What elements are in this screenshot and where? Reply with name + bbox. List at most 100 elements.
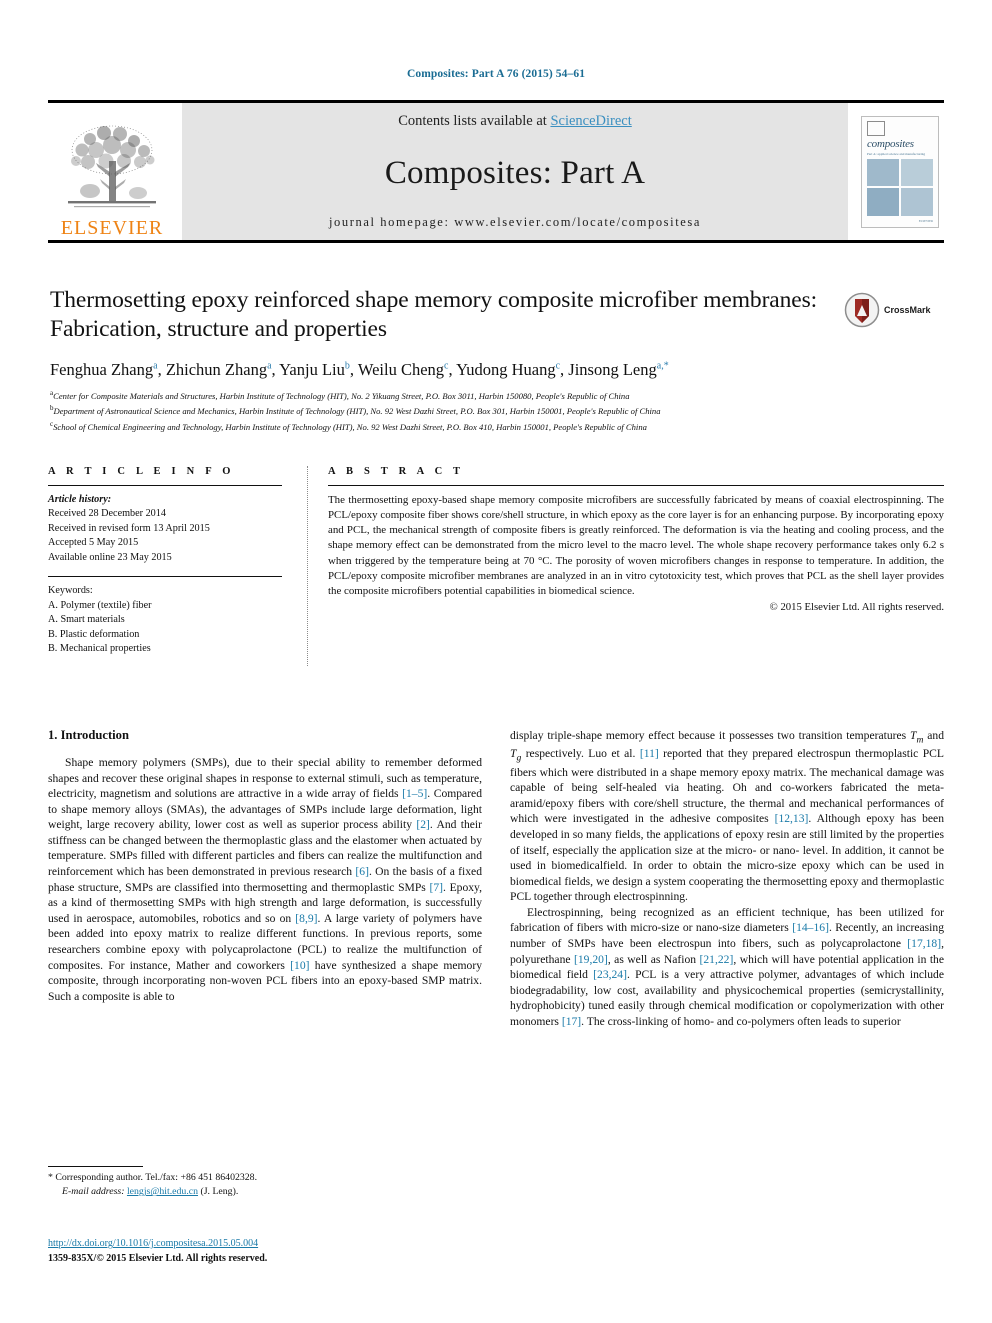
keyword-item: A. Polymer (textile) fiber: [48, 599, 152, 611]
cover-subtitle: Part A: applied science and manufacturin…: [867, 151, 926, 156]
corresponding-text: Corresponding author. Tel./fax: +86 451 …: [55, 1172, 258, 1183]
symbol-tg: Tg: [510, 747, 522, 764]
email-line: E-mail address: lengjs@hit.edu.cn (J. Le…: [48, 1185, 468, 1199]
citation-reference[interactable]: [2]: [416, 818, 430, 831]
elsevier-wordmark: ELSEVIER: [60, 217, 164, 239]
affiliation-list: aCenter for Composite Materials and Stru…: [50, 388, 940, 434]
citation-reference[interactable]: [10]: [290, 959, 309, 972]
keywords-label: Keywords:: [48, 585, 93, 597]
citation-reference[interactable]: [19,20]: [574, 953, 608, 966]
info-abstract-band: A R T I C L E I N F O Article history: R…: [48, 466, 944, 684]
author-list: Fenghua Zhanga, Zhichun Zhanga, Yanju Li…: [50, 360, 669, 379]
contents-prefix: Contents lists available at: [398, 113, 551, 129]
masthead-bottom-rule: [48, 240, 944, 243]
history-item: Received 28 December 2014: [48, 508, 166, 520]
cover-publisher-icon: [867, 120, 885, 136]
affiliation-item: cSchool of Chemical Engineering and Tech…: [50, 419, 940, 434]
citation-reference[interactable]: [7]: [429, 881, 443, 894]
cover-image-grid: [867, 158, 933, 216]
issn-copyright-line: 1359-835X/© 2015 Elsevier Ltd. All right…: [48, 1253, 268, 1264]
paragraph: Shape memory polymers (SMPs), due to the…: [48, 756, 483, 1003]
elsevier-logo: ELSEVIER: [48, 103, 176, 240]
keyword-item: B. Plastic deformation: [48, 628, 140, 640]
elsevier-tree-icon: [68, 125, 156, 208]
cover-cell: [867, 187, 900, 216]
author-name: Jinsong Leng: [568, 360, 657, 379]
history-item: Available online 23 May 2015: [48, 551, 172, 563]
author-name: Fenghua Zhang: [50, 360, 154, 379]
body-column-right: display triple-shape memory effect becau…: [510, 728, 944, 1248]
author-name: Yanju Liu: [279, 360, 345, 379]
citation-reference[interactable]: [8,9]: [295, 912, 317, 925]
corresponding-marker: *: [48, 1172, 53, 1183]
keyword-item: B. Mechanical properties: [48, 643, 151, 655]
corresponding-author-line: * Corresponding author. Tel./fax: +86 45…: [48, 1171, 468, 1185]
citation-reference[interactable]: [11]: [640, 747, 659, 760]
abstract-column: A B S T R A C T The thermosetting epoxy-…: [314, 466, 944, 684]
keyword-item: A. Smart materials: [48, 614, 125, 626]
article-info-column: A R T I C L E I N F O Article history: R…: [48, 466, 300, 684]
email-owner: (J. Leng).: [200, 1186, 239, 1198]
author-mark: a: [267, 360, 272, 372]
history-item: Received in revised form 13 April 2015: [48, 522, 210, 534]
journal-masthead: ELSEVIER Contents lists available at Sci…: [48, 100, 944, 243]
citation-reference[interactable]: [12,13]: [775, 812, 809, 825]
affiliation-item: aCenter for Composite Materials and Stru…: [50, 388, 940, 403]
cover-title: composites: [867, 137, 914, 150]
article-history-label: Article history:: [48, 494, 112, 505]
paragraph: Electrospinning, being recognized as an …: [510, 905, 944, 1028]
author-mark: b: [344, 360, 350, 372]
author-mark: a,*: [656, 360, 669, 372]
cover-cell: [867, 158, 900, 187]
citation-reference[interactable]: [17,18]: [907, 937, 941, 950]
citation-reference[interactable]: [6]: [355, 865, 369, 878]
history-item: Accepted 5 May 2015: [48, 537, 139, 549]
abstract-heading: A B S T R A C T: [328, 466, 465, 477]
cover-cell: [900, 187, 933, 216]
keywords-group: Keywords: A. Polymer (textile) fiber A. …: [48, 584, 282, 656]
journal-title: Composites: Part A: [384, 155, 646, 191]
article-page: Composites: Part A 76 (2015) 54–61 ELSEV…: [0, 0, 992, 1323]
author-mark: a: [153, 360, 158, 372]
doi-link[interactable]: http://dx.doi.org/10.1016/j.compositesa.…: [48, 1238, 258, 1249]
author-mark: c: [444, 360, 449, 372]
corresponding-author-footnote: * Corresponding author. Tel./fax: +86 45…: [48, 1166, 468, 1199]
symbol-tm: Tm: [910, 729, 924, 746]
email-label: E-mail address:: [62, 1186, 125, 1198]
article-info-heading: A R T I C L E I N F O: [48, 466, 235, 477]
cover-cell: [900, 158, 933, 187]
doi-block: http://dx.doi.org/10.1016/j.compositesa.…: [48, 1236, 468, 1266]
running-head: Composites: Part A 76 (2015) 54–61: [406, 68, 586, 80]
crossmark-icon: [844, 292, 880, 328]
footnote-rule: [48, 1166, 143, 1167]
divider: [328, 485, 944, 486]
column-divider: [300, 466, 314, 684]
abstract-copyright: © 2015 Elsevier Ltd. All rights reserved…: [769, 601, 944, 614]
divider: [48, 485, 282, 486]
journal-homepage[interactable]: journal homepage: www.elsevier.com/locat…: [329, 215, 701, 230]
citation-reference[interactable]: [14–16]: [792, 921, 829, 934]
author-name: Weilu Cheng: [357, 360, 445, 379]
abstract-text: The thermosetting epoxy-based shape memo…: [328, 494, 944, 597]
citation-reference[interactable]: [21,22]: [700, 953, 734, 966]
page-title: Thermosetting epoxy reinforced shape mem…: [50, 287, 818, 343]
author-mark: c: [555, 360, 561, 372]
title-area: Thermosetting epoxy reinforced shape mem…: [50, 286, 946, 345]
affiliation-item: bDepartment of Astronautical Science and…: [50, 403, 940, 418]
sciencedirect-link[interactable]: ScienceDirect: [550, 113, 631, 129]
crossmark-badge[interactable]: CrossMark: [844, 288, 944, 332]
contents-available-line: Contents lists available at ScienceDirec…: [398, 113, 632, 130]
author-name: Zhichun Zhang: [165, 360, 268, 379]
email-link[interactable]: lengjs@hit.edu.cn: [127, 1186, 198, 1197]
paragraph: display triple-shape memory effect becau…: [510, 729, 945, 904]
citation-reference[interactable]: [23,24]: [593, 968, 627, 981]
affiliation-text: Center for Composite Materials and Struc…: [53, 390, 630, 401]
dotted-rule: [306, 466, 308, 666]
divider: [48, 576, 282, 578]
citation-reference[interactable]: [1–5]: [402, 787, 427, 800]
affiliation-text: School of Chemical Engineering and Techn…: [53, 421, 647, 432]
citation-reference[interactable]: [17]: [562, 1015, 581, 1028]
journal-cover-thumbnail: composites Part A: applied science and m…: [856, 103, 944, 240]
crossmark-label: CrossMark: [884, 305, 931, 315]
article-history-group: Article history: Received 28 December 20…: [48, 493, 282, 565]
